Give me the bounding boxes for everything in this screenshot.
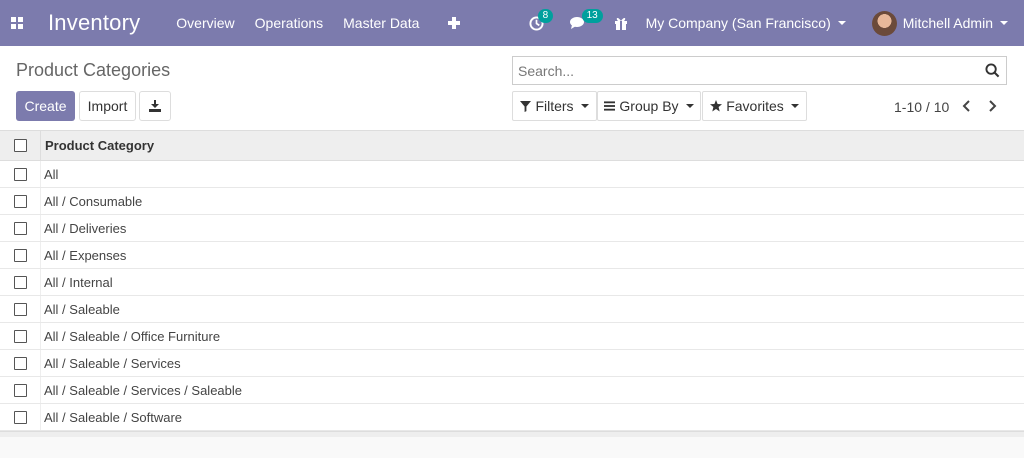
category-name: All / Internal — [44, 274, 113, 290]
gift-icon — [614, 17, 627, 30]
filters-button[interactable]: Filters — [512, 91, 597, 121]
table-row[interactable]: All / Expenses — [0, 242, 1024, 269]
category-name: All / Consumable — [44, 193, 143, 209]
product-category-list: Product Category All All / Consumable Al… — [0, 131, 1024, 437]
row-checkbox[interactable] — [13, 356, 27, 370]
chevron-down-icon — [790, 104, 799, 108]
row-checkbox[interactable] — [13, 383, 27, 397]
table-footer — [0, 431, 1024, 437]
menu-master-data[interactable]: Master Data — [343, 15, 419, 31]
chevron-down-icon — [580, 104, 589, 108]
filters-label: Filters — [535, 98, 574, 114]
row-checkbox[interactable] — [13, 194, 27, 208]
chevron-down-icon — [837, 21, 846, 25]
category-name: All / Saleable / Software — [44, 409, 183, 425]
company-switcher[interactable]: My Company (San Francisco) — [646, 15, 846, 31]
row-checkbox-cell — [0, 188, 41, 214]
group-by-label: Group By — [619, 98, 679, 114]
menu-operations[interactable]: Operations — [255, 15, 323, 31]
category-name: All / Saleable / Office Furniture — [44, 328, 221, 344]
messages-button[interactable]: 13 — [569, 9, 603, 30]
row-checkbox-cell — [0, 350, 41, 376]
gift-button[interactable] — [614, 16, 628, 30]
row-checkbox-cell — [0, 296, 41, 322]
menu-overview[interactable]: Overview — [176, 15, 234, 31]
row-checkbox-cell — [0, 215, 41, 241]
row-checkbox[interactable] — [13, 275, 27, 289]
table-row[interactable]: All / Consumable — [0, 188, 1024, 215]
search-bar — [512, 56, 1007, 85]
row-checkbox[interactable] — [13, 248, 27, 262]
filter-icon — [520, 100, 532, 112]
row-checkbox-cell — [0, 161, 41, 187]
table-row[interactable]: All / Saleable — [0, 296, 1024, 323]
table-row[interactable]: All / Internal — [0, 269, 1024, 296]
search-input[interactable] — [513, 57, 973, 84]
column-header-product-category[interactable]: Product Category — [41, 138, 154, 153]
chevron-down-icon — [1000, 21, 1008, 25]
row-checkbox[interactable] — [13, 167, 27, 181]
favorites-label: Favorites — [726, 98, 784, 114]
download-icon — [149, 100, 161, 112]
category-name: All / Deliveries — [44, 220, 127, 236]
top-navbar: Inventory Overview Operations Master Dat… — [0, 0, 1024, 46]
row-checkbox-cell — [0, 269, 41, 295]
table-row[interactable]: All — [0, 161, 1024, 188]
pager-value[interactable]: 1-10 / 10 — [894, 99, 949, 115]
row-checkbox-cell — [0, 404, 41, 430]
page-title: Product Categories — [16, 60, 171, 80]
select-all-checkbox[interactable] — [13, 139, 27, 152]
table-row[interactable]: All / Saleable / Services — [0, 350, 1024, 377]
avatar — [871, 10, 897, 36]
row-checkbox[interactable] — [13, 329, 27, 343]
row-checkbox[interactable] — [13, 302, 27, 316]
plus-icon[interactable] — [447, 16, 461, 30]
control-panel: Product Categories Create Import Filters… — [0, 46, 1024, 131]
create-button[interactable]: Create — [16, 91, 75, 121]
table-header: Product Category — [0, 131, 1024, 161]
app-title[interactable]: Inventory — [48, 10, 140, 36]
search-icon[interactable] — [985, 63, 1000, 78]
row-checkbox-cell — [0, 242, 41, 268]
category-name: All — [44, 166, 59, 182]
row-checkbox[interactable] — [13, 221, 27, 235]
table-row[interactable]: All / Deliveries — [0, 215, 1024, 242]
table-row[interactable]: All / Saleable / Software — [0, 404, 1024, 431]
row-checkbox-cell — [0, 323, 41, 349]
chevron-down-icon — [685, 104, 694, 108]
table-row[interactable]: All / Saleable / Services / Saleable — [0, 377, 1024, 404]
messages-badge: 13 — [581, 9, 603, 23]
category-name: All / Saleable — [44, 301, 120, 317]
pager-next-button[interactable] — [986, 98, 1000, 114]
user-menu[interactable]: Mitchell Admin — [871, 10, 1008, 36]
company-name: My Company (San Francisco) — [645, 15, 831, 31]
import-button[interactable]: Import — [79, 91, 136, 121]
chevron-left-icon — [962, 100, 970, 112]
category-name: All / Saleable / Services — [44, 355, 181, 371]
group-by-button[interactable]: Group By — [597, 91, 701, 121]
user-name: Mitchell Admin — [902, 15, 993, 31]
category-name: All / Saleable / Services / Saleable — [44, 382, 242, 398]
category-name: All / Expenses — [44, 247, 127, 263]
table-row[interactable]: All / Saleable / Office Furniture — [0, 323, 1024, 350]
apps-menu-icon[interactable] — [1, 0, 33, 46]
pager-previous-button[interactable] — [959, 98, 973, 114]
favorites-button[interactable]: Favorites — [702, 91, 807, 121]
activity-button[interactable]: 8 — [529, 8, 554, 31]
list-icon — [604, 101, 616, 111]
activity-badge: 8 — [537, 8, 554, 23]
chevron-right-icon — [989, 100, 997, 112]
row-checkbox[interactable] — [13, 410, 27, 424]
download-button[interactable] — [139, 91, 171, 121]
star-icon — [710, 100, 723, 112]
row-checkbox-cell — [0, 377, 41, 403]
select-all-cell — [0, 131, 41, 160]
